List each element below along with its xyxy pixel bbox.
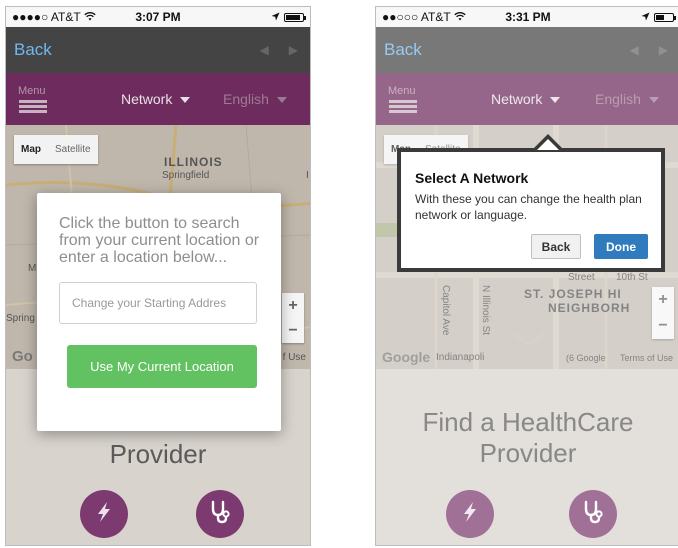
map-zoom-control: + −: [282, 293, 304, 343]
status-bar: ●●●●○ AT&T 3:07 PM: [6, 7, 310, 27]
network-select[interactable]: Network: [121, 91, 191, 107]
map-edge-label: I: [306, 170, 309, 181]
caret-down-icon: [276, 97, 287, 104]
popover-done-button[interactable]: Done: [594, 234, 648, 259]
status-time: 3:31 PM: [505, 10, 551, 24]
hamburger-menu-icon[interactable]: [19, 100, 47, 113]
page: ●●●●○ AT&T 3:07 PM Back ◀ ▶ Menu Network…: [0, 0, 678, 548]
map-tab[interactable]: Map: [14, 135, 48, 164]
status-time: 3:07 PM: [135, 10, 181, 24]
caret-down-icon: [180, 97, 191, 104]
google-logo: Go: [12, 348, 33, 365]
back-link[interactable]: Back: [14, 40, 52, 60]
status-bar: ●●○○○ AT&T 3:31 PM: [376, 7, 678, 27]
quick-search-button[interactable]: [80, 490, 128, 538]
location-arrow-icon: [271, 10, 280, 24]
map-state-label: ILLINOIS: [164, 155, 223, 169]
map-edge-label: Spring: [6, 313, 35, 324]
dialog-prompt: Click the button to search from your cur…: [59, 215, 260, 266]
menu-bar: Menu Network English: [6, 73, 310, 125]
starting-address-input[interactable]: [59, 282, 257, 324]
phone-screen-left: ●●●●○ AT&T 3:07 PM Back ◀ ▶ Menu Network…: [5, 6, 311, 546]
search-dialog: Click the button to search from your cur…: [37, 193, 281, 431]
map-terms-link[interactable]: f Use: [283, 352, 306, 363]
network-popover: Select A Network With these you can chan…: [397, 134, 665, 272]
map-city-label: Springfield: [162, 170, 210, 181]
popover-arrow: [532, 134, 564, 150]
battery-icon: [654, 12, 676, 22]
status-right: [641, 10, 676, 24]
stethoscope-icon: [207, 499, 233, 530]
nav-arrows: ◀ ▶: [260, 43, 298, 57]
map-type-control: Map Satellite: [14, 135, 98, 164]
popover-back-button[interactable]: Back: [531, 234, 581, 259]
battery-icon: [284, 12, 306, 22]
arrow-left-icon[interactable]: ◀: [260, 43, 269, 57]
satellite-tab[interactable]: Satellite: [48, 135, 98, 164]
screen-overlay: [376, 27, 678, 545]
wifi-icon: [84, 10, 96, 24]
doctor-search-button[interactable]: [196, 490, 244, 538]
popover-body: With these you can change the health pla…: [415, 192, 642, 222]
zoom-in-button[interactable]: +: [282, 293, 304, 318]
phone-screen-right: ●●○○○ AT&T 3:31 PM Back ◀ ▶ Menu Network…: [375, 6, 678, 546]
nav-bar: Back ◀ ▶: [6, 27, 310, 73]
arrow-right-icon[interactable]: ▶: [289, 43, 298, 57]
location-arrow-icon: [641, 10, 650, 24]
status-right: [271, 10, 306, 24]
use-current-location-button[interactable]: Use My Current Location: [67, 345, 257, 388]
map-edge-label: M: [28, 263, 37, 274]
popover-title: Select A Network: [415, 170, 529, 186]
language-select[interactable]: English: [223, 91, 287, 107]
lightning-icon: [92, 500, 116, 529]
zoom-out-button[interactable]: −: [282, 318, 304, 343]
wifi-icon: [454, 10, 466, 24]
provider-title: Provider: [109, 439, 207, 469]
menu-label: Menu: [18, 85, 46, 97]
